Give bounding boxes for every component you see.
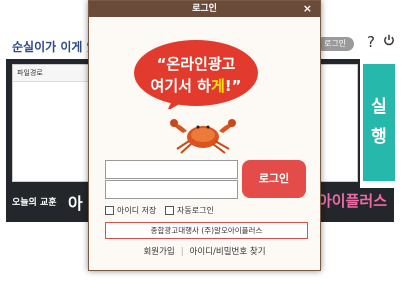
login-button[interactable]: 로그인 (242, 160, 306, 198)
power-icon[interactable] (383, 34, 395, 46)
file-list-right[interactable] (320, 64, 358, 182)
background-title: 순실이가 이게 있 (12, 40, 98, 54)
banner-line2-c: !” (225, 77, 242, 95)
speech-bubble: “온라인광고 여기서 하게!” (134, 40, 258, 109)
crab-image (170, 119, 236, 154)
auto-login-checkbox[interactable] (165, 206, 174, 215)
banner-line1: “온라인광고 (157, 55, 236, 73)
banner-line2-a: 여기서 하 (151, 77, 212, 95)
file-path-header: 파일경로 (13, 65, 91, 82)
brand-logo-partial: 아이플러스 (318, 192, 388, 210)
auto-login-label: 자동로그인 (177, 206, 214, 215)
account-links: 회원가입 | 아이디/비밀번호 찾기 (89, 245, 320, 257)
dialog-titlebar: 로그인 × (89, 1, 320, 17)
lesson-text-partial: 아 (68, 194, 83, 213)
link-separator: | (180, 247, 184, 257)
agency-ad-link[interactable]: 종합광고대행사 (주)알오아이플러스 (105, 222, 308, 239)
login-dialog: 로그인 × “온라인광고 여기서 하게!” 로그인 아이디 저장 자동로그인 종… (88, 0, 321, 271)
close-icon[interactable]: × (303, 1, 312, 17)
username-input[interactable] (105, 160, 238, 179)
signup-link[interactable]: 회원가입 (143, 247, 174, 257)
password-input[interactable] (105, 180, 238, 199)
dialog-title: 로그인 (192, 4, 217, 14)
help-icon[interactable]: ? (367, 33, 375, 51)
run-button[interactable]: 실 행 (363, 64, 395, 181)
banner-line2-b: 게 (211, 77, 225, 95)
save-id-label: 아이디 저장 (117, 206, 157, 215)
svg-text:여기서 하게!”: 여기서 하게!” (151, 77, 242, 95)
lesson-label: 오늘의 교훈 (12, 198, 57, 208)
save-id-checkbox[interactable] (105, 206, 114, 215)
run-label-2: 행 (371, 127, 387, 147)
ad-banner: “온라인광고 여기서 하게!” (89, 17, 320, 157)
find-account-link[interactable]: 아이디/비밀번호 찾기 (190, 247, 266, 257)
auto-login-option[interactable]: 자동로그인 (165, 205, 214, 216)
background-login-button[interactable]: 로그인 (316, 37, 354, 51)
save-id-option[interactable]: 아이디 저장 (105, 205, 156, 216)
run-label-1: 실 (371, 97, 387, 117)
file-path-list[interactable]: 파일경로 (12, 64, 92, 182)
